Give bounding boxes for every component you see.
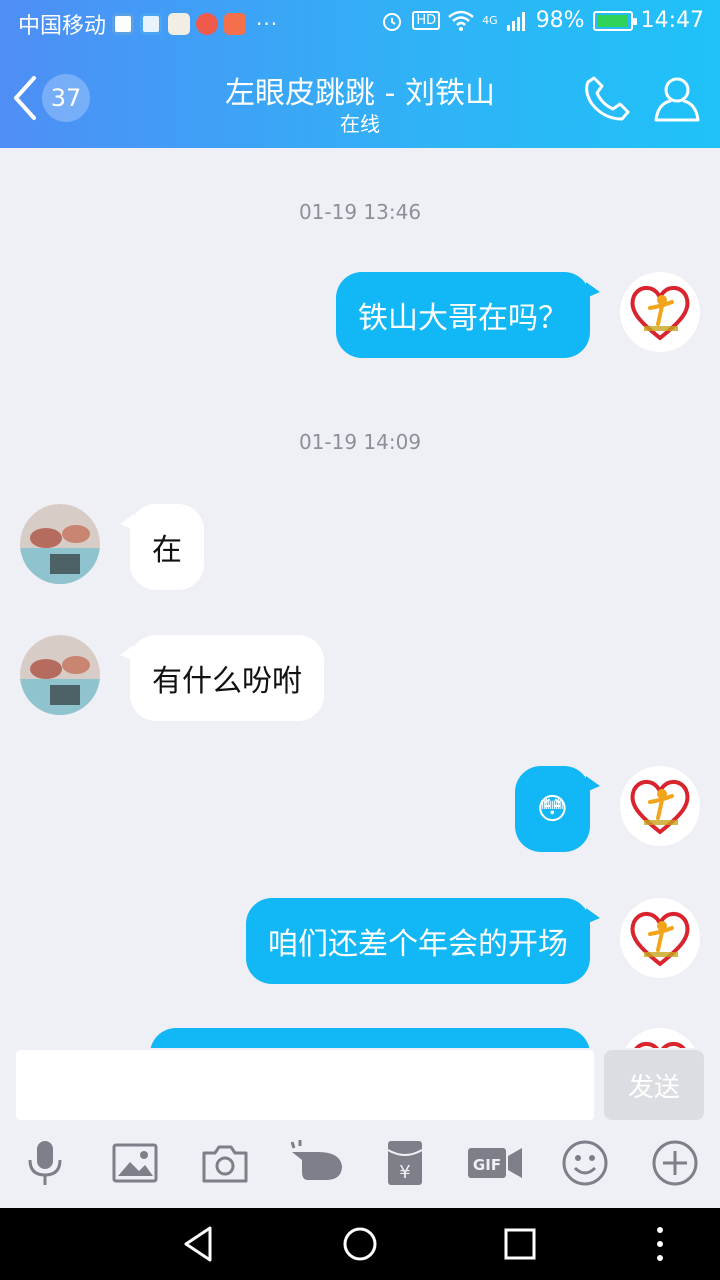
my-avatar[interactable] bbox=[620, 898, 700, 978]
system-navigation-bar bbox=[0, 1208, 720, 1280]
network-type: 4G bbox=[482, 14, 498, 27]
video-app-icon bbox=[140, 13, 163, 35]
nav-back-icon[interactable] bbox=[178, 1222, 222, 1266]
input-toolbar: ¥ GIF bbox=[0, 1138, 720, 1198]
incoming-message-bubble[interactable]: 在 bbox=[120, 504, 204, 590]
battery-percent: 98% bbox=[535, 8, 585, 33]
svg-text:GIF: GIF bbox=[473, 1156, 501, 1174]
outgoing-message-bubble[interactable] bbox=[150, 1028, 590, 1048]
contact-avatar[interactable] bbox=[20, 504, 100, 584]
clock: 14:47 bbox=[640, 8, 704, 33]
svg-text:¥: ¥ bbox=[399, 1162, 410, 1183]
profile-icon[interactable] bbox=[650, 72, 704, 126]
nav-recents-icon[interactable] bbox=[498, 1222, 542, 1266]
contact-avatar[interactable] bbox=[20, 635, 100, 715]
message-list[interactable]: 01-19 13:46 铁山大哥在吗？ 01-19 14:09 在 有什么吩咐 … bbox=[0, 148, 720, 1048]
outgoing-message-bubble[interactable]: 铁山大哥在吗？ bbox=[336, 272, 600, 358]
my-avatar[interactable] bbox=[620, 1028, 700, 1048]
outgoing-message-bubble[interactable]: 咱们还差个年会的开场 bbox=[246, 898, 600, 984]
wifi-icon bbox=[448, 10, 474, 31]
gif-icon[interactable]: GIF bbox=[466, 1138, 524, 1188]
my-avatar[interactable] bbox=[620, 272, 700, 352]
poke-icon[interactable] bbox=[290, 1138, 346, 1188]
hd-badge: HD bbox=[412, 11, 441, 30]
plus-icon[interactable] bbox=[650, 1138, 700, 1188]
alarm-icon bbox=[383, 12, 402, 31]
input-area: 发送 ¥ GIF bbox=[0, 1048, 720, 1208]
camera-icon[interactable] bbox=[200, 1138, 250, 1188]
emoji-icon[interactable] bbox=[560, 1138, 610, 1188]
incoming-message-bubble[interactable]: 有什么吩咐 bbox=[120, 635, 324, 721]
nav-menu-icon[interactable] bbox=[638, 1222, 682, 1266]
status-bar: 中国移动 ··· HD 4G 98% 14:47 bbox=[0, 0, 720, 48]
music-app-icon bbox=[196, 13, 219, 35]
image-icon[interactable] bbox=[110, 1138, 160, 1188]
battery-icon bbox=[592, 10, 637, 31]
message-input[interactable] bbox=[16, 1050, 594, 1120]
timestamp: 01-19 14:09 bbox=[298, 430, 422, 454]
signal-icon bbox=[506, 11, 525, 31]
map-app-icon bbox=[168, 13, 191, 35]
carrier-label: 中国移动 bbox=[18, 14, 107, 39]
nav-bar: 37 左眼皮跳跳 - 刘铁山 在线 bbox=[0, 48, 720, 148]
send-button[interactable]: 发送 bbox=[604, 1050, 704, 1120]
my-avatar[interactable] bbox=[620, 766, 700, 846]
phone-call-icon[interactable] bbox=[580, 72, 634, 126]
app-header: 中国移动 ··· HD 4G 98% 14:47 37 左眼皮跳跳 - 刘铁山 … bbox=[0, 0, 720, 148]
app-notification-icon bbox=[112, 13, 135, 35]
play-app-icon bbox=[224, 13, 247, 35]
red-packet-icon[interactable]: ¥ bbox=[380, 1138, 430, 1188]
outgoing-emoji-bubble[interactable]: 😳 bbox=[514, 766, 601, 852]
microphone-icon[interactable] bbox=[20, 1138, 70, 1188]
timestamp: 01-19 13:46 bbox=[298, 200, 422, 224]
battery-fill bbox=[596, 14, 628, 27]
nav-home-icon[interactable] bbox=[338, 1222, 382, 1266]
more-notifications-icon: ··· bbox=[256, 12, 279, 36]
